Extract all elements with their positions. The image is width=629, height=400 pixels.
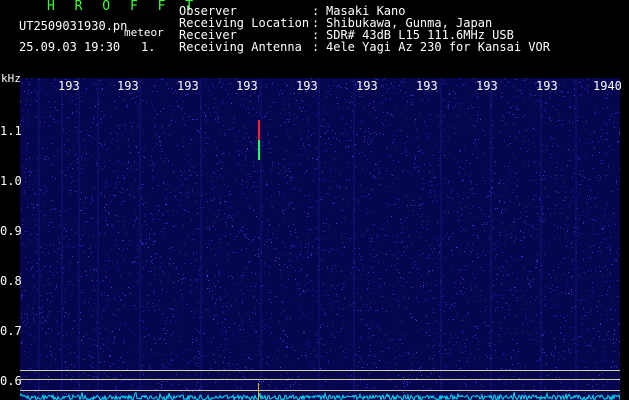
header-panel: H R O F F T UT2509031930.pn meteor 25.09… [0,0,629,73]
date-time: 25.09.03 19:30 [19,40,121,54]
y-tick-label: 1.0 [0,174,22,188]
x-tick-label: 193 [356,79,378,93]
x-tick-label: 193 [536,79,558,93]
field-label-antenna: Receiving Antenna [179,40,302,54]
y-axis-unit: kHz [1,72,21,85]
x-tick-label: 193 [58,79,80,93]
field-colon: : [312,40,320,54]
y-tick-label: 0.6 [0,374,22,388]
y-tick-label: 0.9 [0,224,22,238]
noise-speckle [20,78,620,400]
x-tick-label: 193 [296,79,318,93]
frequency-marker-line [20,370,620,371]
meteor-echo-green [258,140,261,160]
detection-tag: meteor [124,26,164,39]
x-tick-label: 193 [416,79,438,93]
y-tick-label: 0.8 [0,274,22,288]
frequency-marker-line [20,379,620,380]
file-name: UT2509031930.pn [19,19,128,33]
interval: 1. [141,40,156,54]
x-tick-label: 193 [236,79,258,93]
spectrogram-plot [20,78,620,400]
field-value-antenna: 4ele Yagi Az 230 for Kansai VOR [326,40,550,54]
x-tick-label: 193 [476,79,498,93]
echo-time-marker [258,383,260,400]
noise-floor-trace [20,391,620,400]
program-title: H R O F F T [47,0,200,14]
y-tick-label: 1.1 [0,124,22,138]
x-tick-label: 193 [117,79,139,93]
x-tick-label: 1940 [593,79,622,93]
x-tick-label: 193 [177,79,199,93]
y-tick-label: 0.7 [0,324,22,338]
meteor-echo-red [258,120,261,140]
